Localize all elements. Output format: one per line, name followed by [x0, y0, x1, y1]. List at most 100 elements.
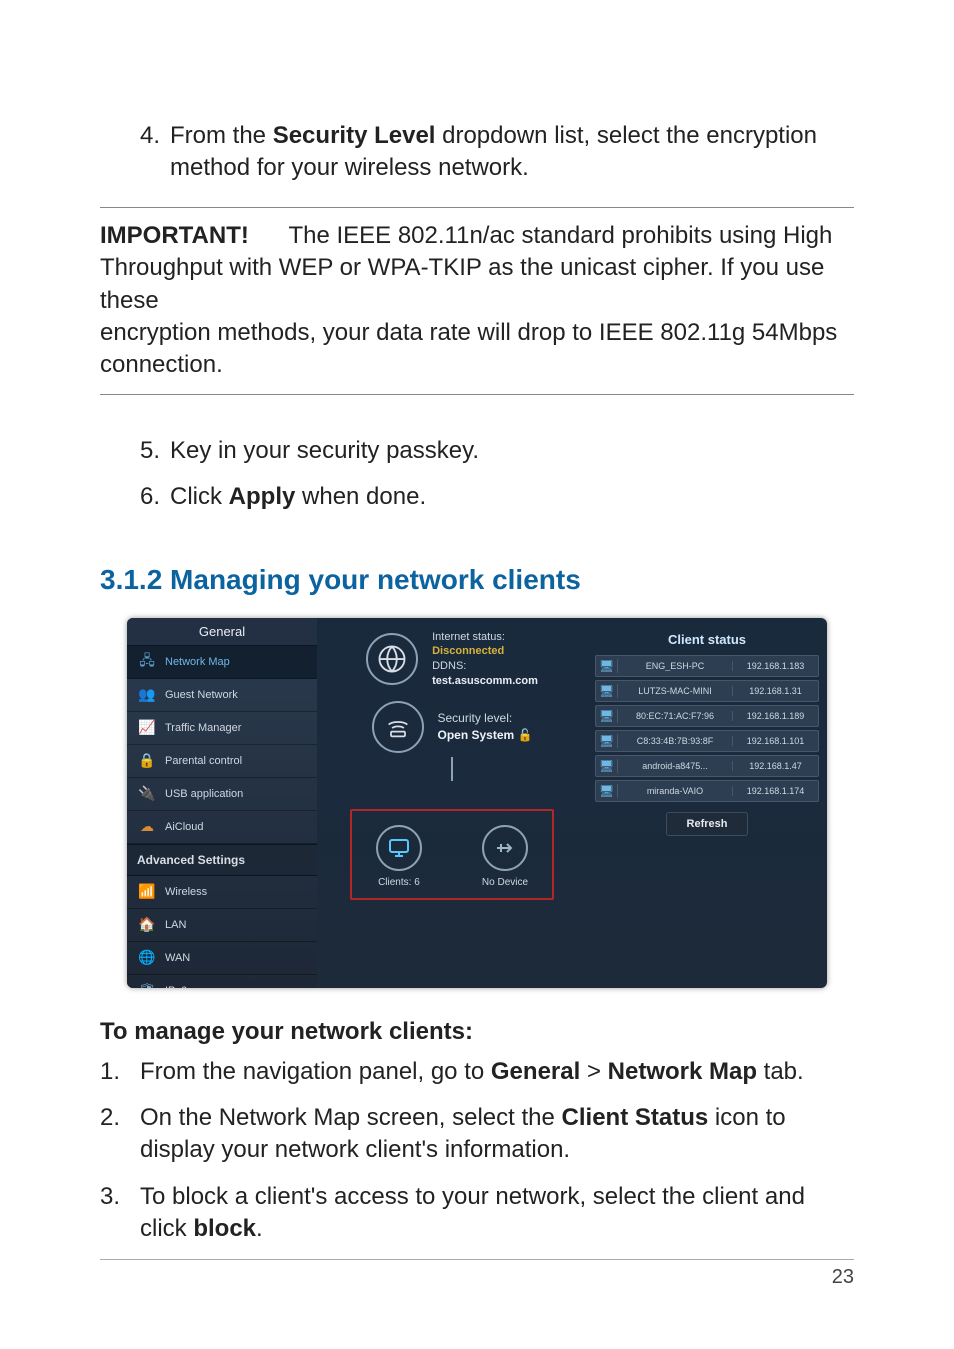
feature-row-highlight: Clients: 6 No Device: [350, 809, 554, 900]
step-5-text: Key in your security passkey.: [170, 437, 479, 464]
network-map-icon: [139, 654, 155, 670]
sidebar-item-label: IPv6: [165, 985, 187, 988]
manage-step-2-b1: Client Status: [562, 1104, 709, 1131]
lan-icon: [139, 917, 155, 933]
client-ip: 192.168.1.183: [732, 661, 818, 671]
sidebar-item-parental-control[interactable]: Parental control: [127, 745, 317, 778]
client-row[interactable]: 🖥 miranda-VAIO 192.168.1.174: [595, 780, 819, 802]
important-l4: connection.: [100, 351, 223, 378]
manage-step-1-gt: >: [580, 1058, 607, 1085]
client-row[interactable]: 🖥 android-a8475... 192.168.1.47: [595, 755, 819, 777]
client-row[interactable]: 🖥 80:EC:71:AC:F7:96 192.168.1.189: [595, 705, 819, 727]
sidebar-item-traffic-manager[interactable]: Traffic Manager: [127, 712, 317, 745]
important-label: IMPORTANT!: [100, 222, 249, 249]
client-status-panel: Client status 🖥 ENG_ESH-PC 192.168.1.183…: [587, 618, 827, 988]
manage-step-1-number: 1.: [100, 1056, 120, 1088]
page-footer: 23: [100, 1259, 854, 1289]
client-ip: 192.168.1.174: [732, 786, 818, 796]
manage-clients-heading: To manage your network clients:: [100, 1018, 854, 1046]
manage-step-1: 1. From the navigation panel, go to Gene…: [100, 1056, 854, 1088]
section-heading: 3.1.2 Managing your network clients: [100, 564, 854, 596]
client-ip: 192.168.1.189: [732, 711, 818, 721]
aicloud-icon: [139, 819, 155, 835]
monitor-icon: [376, 825, 422, 871]
manage-steps-list: 1. From the navigation panel, go to Gene…: [100, 1056, 854, 1246]
important-l1: The IEEE 802.11n/ac standard prohibits u…: [288, 222, 832, 249]
sidebar-item-label: WAN: [165, 952, 190, 964]
client-name: 80:EC:71:AC:F7:96: [618, 711, 732, 721]
client-row[interactable]: 🖥 ENG_ESH-PC 192.168.1.183: [595, 655, 819, 677]
client-ip: 192.168.1.47: [732, 761, 818, 771]
internet-status-label: Internet status:: [432, 630, 538, 645]
security-level-label: Security level:: [438, 710, 533, 727]
step-4-text-c: dropdown list, select the encryption: [435, 122, 817, 149]
security-level-block[interactable]: Security level: Open System 🔓: [372, 701, 533, 753]
sidebar-item-ipv6[interactable]: IPv6: [127, 975, 317, 988]
step-6-bold: Apply: [229, 483, 296, 510]
step-6: 6.Click Apply when done.: [140, 481, 854, 513]
parental-control-icon: [139, 753, 155, 769]
clients-label: Clients:: [378, 877, 411, 888]
clients-feature[interactable]: Clients: 6: [376, 825, 422, 888]
sidebar-item-usb-application[interactable]: USB application: [127, 778, 317, 811]
manage-step-3: 3. To block a client's access to your ne…: [100, 1181, 854, 1246]
usb-feature[interactable]: No Device: [482, 825, 528, 888]
wireless-icon: [139, 884, 155, 900]
important-l3: encryption methods, your data rate will …: [100, 319, 837, 346]
router-admin-screenshot: General Network Map Guest Network Traffi…: [127, 618, 827, 988]
sidebar-item-label: Guest Network: [165, 689, 238, 701]
important-spacer: [249, 222, 289, 249]
usb-application-icon: [139, 786, 155, 802]
sidebar-item-wireless[interactable]: Wireless: [127, 876, 317, 909]
sidebar-item-network-map[interactable]: Network Map: [127, 646, 317, 679]
monitor-icon: 🖥: [596, 734, 618, 748]
usb-label: No Device: [482, 877, 528, 888]
client-name: miranda-VAIO: [618, 786, 732, 796]
client-status-title: Client status: [595, 628, 819, 655]
monitor-icon: 🖥: [596, 684, 618, 698]
client-name: android-a8475...: [618, 761, 732, 771]
client-row[interactable]: 🖥 C8:33:4B:7B:93:8F 192.168.1.101: [595, 730, 819, 752]
client-name: ENG_ESH-PC: [618, 661, 732, 671]
manage-step-1-a: From the navigation panel, go to: [140, 1058, 491, 1085]
sidebar-item-aicloud[interactable]: AiCloud: [127, 811, 317, 844]
client-ip: 192.168.1.31: [732, 686, 818, 696]
manage-step-2-a: On the Network Map screen, select the: [140, 1104, 562, 1131]
step-6-number: 6.: [140, 481, 170, 513]
page-number: 23: [832, 1266, 854, 1288]
connector-line: [451, 757, 453, 781]
client-name: LUTZS-MAC-MINI: [618, 686, 732, 696]
internet-status-value: Disconnected: [432, 644, 538, 659]
step-5: 5.Key in your security passkey.: [140, 435, 854, 467]
sidebar-item-label: LAN: [165, 919, 186, 931]
sidebar-item-guest-network[interactable]: Guest Network: [127, 679, 317, 712]
sidebar-item-wan[interactable]: WAN: [127, 942, 317, 975]
refresh-button[interactable]: Refresh: [666, 812, 749, 836]
sidebar-item-lan[interactable]: LAN: [127, 909, 317, 942]
sidebar-item-label: USB application: [165, 788, 243, 800]
client-row[interactable]: 🖥 LUTZS-MAC-MINI 192.168.1.31: [595, 680, 819, 702]
center-panel: Internet status: Disconnected DDNS: test…: [317, 618, 587, 988]
ddns-label: DDNS:: [432, 659, 538, 674]
wan-icon: [139, 950, 155, 966]
sidebar-item-label: Wireless: [165, 886, 207, 898]
clients-count: 6: [414, 877, 420, 888]
usb-icon: [482, 825, 528, 871]
internet-status-text: Internet status: Disconnected DDNS: test…: [432, 630, 538, 689]
guest-network-icon: [139, 687, 155, 703]
manage-step-1-b1: General: [491, 1058, 580, 1085]
instruction-list-mid: 5.Key in your security passkey. 6.Click …: [140, 435, 854, 514]
manage-step-3-b1: block: [193, 1215, 256, 1242]
internet-status-block[interactable]: Internet status: Disconnected DDNS: test…: [366, 630, 538, 689]
monitor-icon: 🖥: [596, 709, 618, 723]
important-callout: IMPORTANT! The IEEE 802.11n/ac standard …: [100, 207, 854, 395]
step-6-pre: Click: [170, 483, 229, 510]
step-4: 4.From the Security Level dropdown list,…: [140, 120, 854, 185]
instruction-list-top: 4.From the Security Level dropdown list,…: [140, 120, 854, 185]
ddns-value: test.asuscomm.com: [432, 674, 538, 689]
important-l2: Throughput with WEP or WPA-TKIP as the u…: [100, 254, 824, 313]
monitor-icon: 🖥: [596, 784, 618, 798]
monitor-icon: 🖥: [596, 759, 618, 773]
client-ip: 192.168.1.101: [732, 736, 818, 746]
step-4-number: 4.: [140, 120, 170, 152]
